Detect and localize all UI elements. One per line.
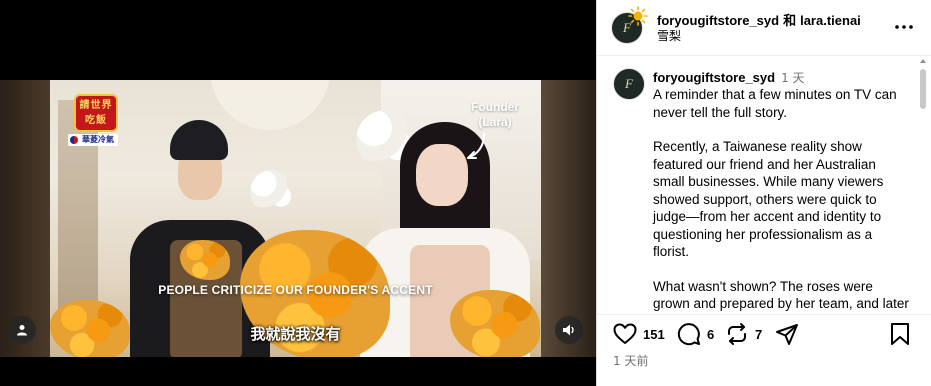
mute-button[interactable] [555, 316, 583, 344]
repost-icon [728, 323, 746, 345]
video-player[interactable]: 請世界 吃飯 華菱冷氣 Founder (Lara) PEOPLE CRITIC… [50, 80, 541, 357]
author-names: foryougiftstore_syd 和 lara.tienai [657, 10, 861, 29]
author-username[interactable]: foryougiftstore_syd [657, 13, 779, 28]
show-logo: 請世界 吃飯 華菱冷氣 [68, 94, 128, 146]
tagged-users-button[interactable] [8, 316, 36, 344]
media-pane: 請世界 吃飯 華菱冷氣 Founder (Lara) PEOPLE CRITIC… [0, 0, 596, 386]
sponsor-badge: 華菱冷氣 [68, 134, 118, 146]
person-left [110, 120, 270, 357]
author-avatar[interactable]: F [611, 6, 648, 44]
action-bar: 151 6 7 [597, 314, 931, 354]
repost-count: 7 [755, 326, 763, 342]
location-link[interactable]: 雪梨 [657, 27, 681, 44]
post-header: F foryougiftstore_syd 和 lara.tienai 雪梨 [597, 0, 931, 56]
like-button[interactable]: 151 [613, 321, 665, 347]
collab-conjunction: 和 [783, 14, 797, 29]
scroll-up-arrow-icon[interactable] [919, 57, 927, 65]
bookmark-icon [891, 323, 909, 345]
video-caption-english: PEOPLE CRITICIZE OUR FOUNDER'S ACCENT [158, 283, 433, 297]
repost-button[interactable]: 7 [725, 321, 762, 347]
video-caption-chinese: 我就說我沒有 [250, 325, 341, 343]
heart-icon [613, 323, 637, 344]
save-button[interactable] [890, 321, 910, 347]
caption-text: A reminder that a few minutes on TV can … [653, 86, 911, 313]
post-viewer: 請世界 吃飯 華菱冷氣 Founder (Lara) PEOPLE CRITIC… [0, 0, 931, 386]
post-side-panel: F foryougiftstore_syd 和 lara.tienai 雪梨 F… [596, 0, 931, 386]
caption-paragraph: Recently, a Taiwanese reality show featu… [653, 139, 884, 259]
collaborator-username[interactable]: lara.tienai [800, 13, 861, 28]
caption-paragraph: What wasn't shown? The roses were grown … [653, 278, 909, 312]
scrollbar-thumb[interactable] [920, 69, 926, 109]
caption-author-avatar[interactable]: F [613, 68, 645, 100]
share-icon [776, 324, 798, 345]
like-count: 151 [643, 326, 665, 342]
user-icon [17, 325, 27, 336]
comment-icon [677, 323, 700, 346]
sun-icon [628, 6, 648, 26]
caption-username[interactable]: foryougiftstore_syd [653, 70, 775, 85]
founder-arrow-icon [467, 133, 485, 159]
post-timestamp[interactable]: 1 天前 [613, 352, 648, 369]
caption-scrollbar[interactable] [920, 69, 926, 313]
caption-scroll-area[interactable]: F foryougiftstore_syd 1 天 A reminder that… [597, 57, 931, 313]
comment-button[interactable]: 6 [677, 321, 714, 347]
comment-count: 6 [707, 326, 715, 342]
share-button[interactable] [775, 321, 799, 347]
more-icon [895, 25, 913, 29]
volume-icon [563, 324, 574, 336]
more-options-button[interactable] [893, 16, 915, 38]
founder-label: Founder (Lara) [471, 100, 519, 129]
caption-paragraph: A reminder that a few minutes on TV can … [653, 87, 897, 120]
caption-header: foryougiftstore_syd 1 天 [653, 69, 805, 86]
caption-time: 1 天 [781, 71, 805, 85]
